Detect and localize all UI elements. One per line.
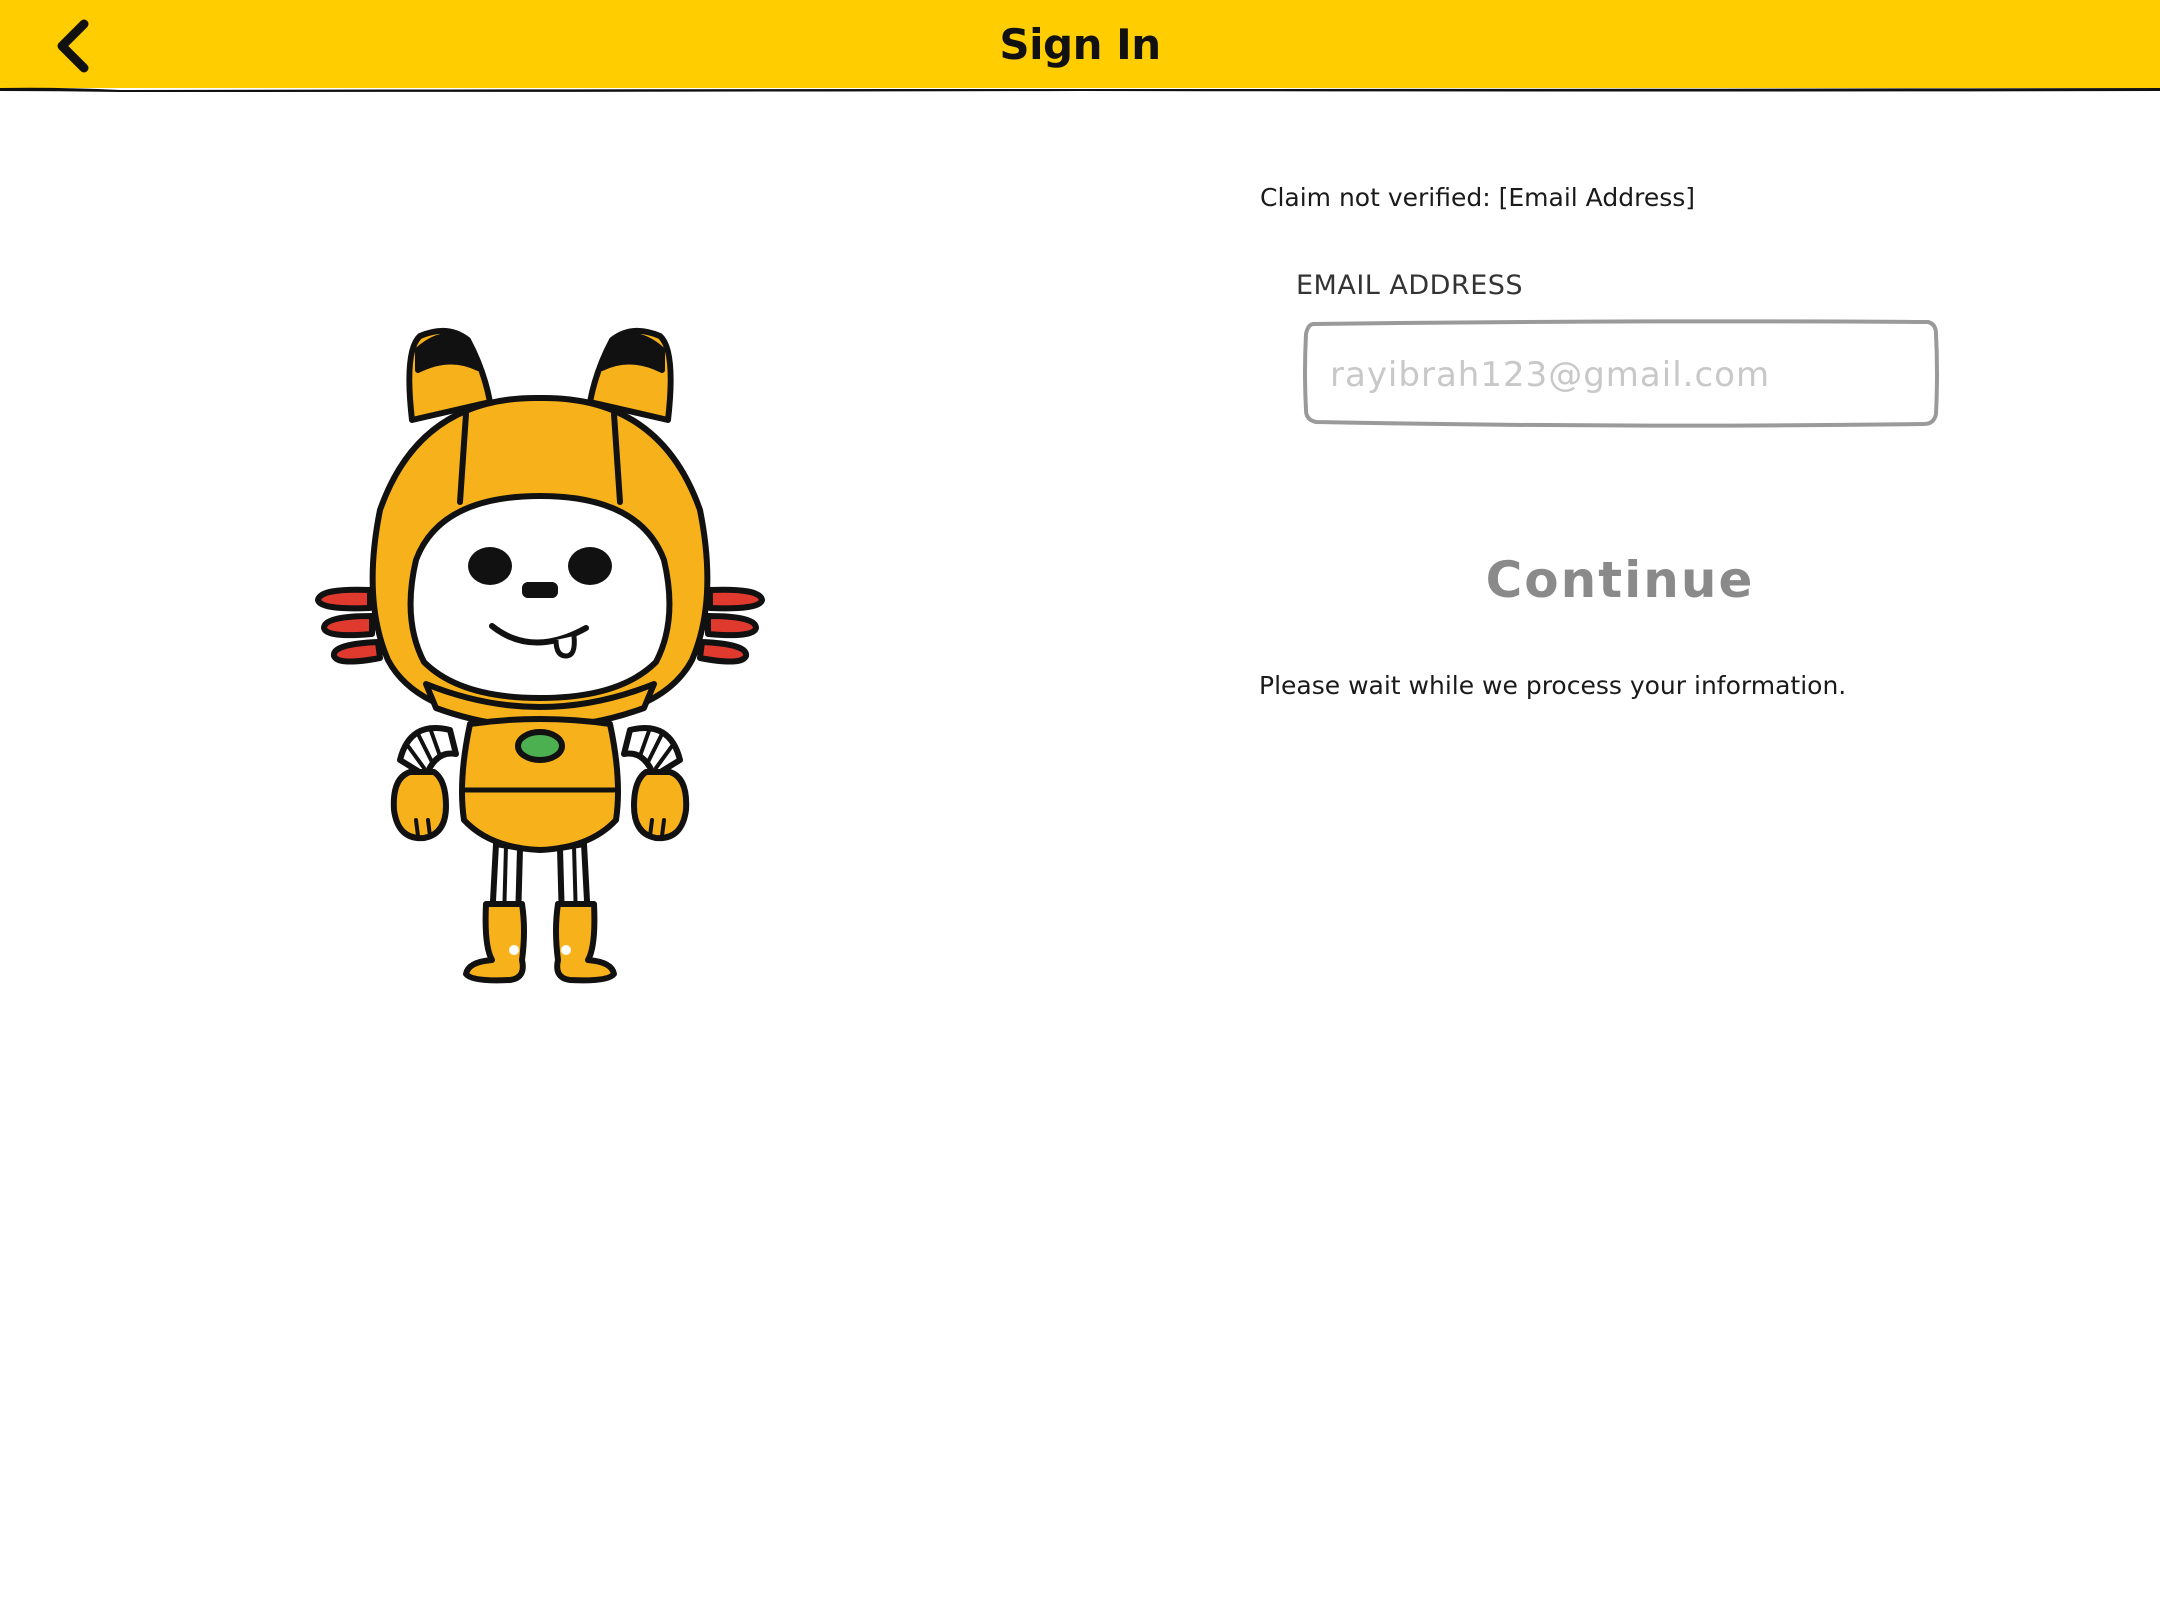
robot-cat-mascot bbox=[315, 327, 765, 984]
header-divider bbox=[0, 87, 2160, 92]
sign-in-screen: Sign In Claim not verified: [Email Addre… bbox=[0, 0, 2160, 1620]
processing-message: Please wait while we process your inform… bbox=[1259, 671, 1847, 700]
email-field-label: EMAIL ADDRESS bbox=[1296, 270, 1524, 301]
page-title: Sign In bbox=[999, 20, 1161, 69]
email-field-container bbox=[1300, 318, 1942, 430]
continue-button[interactable]: Continue bbox=[1470, 540, 1770, 620]
top-bar: Sign In bbox=[0, 0, 2160, 88]
email-input[interactable] bbox=[1328, 340, 1922, 410]
claim-status-message: Claim not verified: [Email Address] bbox=[1260, 183, 1695, 212]
